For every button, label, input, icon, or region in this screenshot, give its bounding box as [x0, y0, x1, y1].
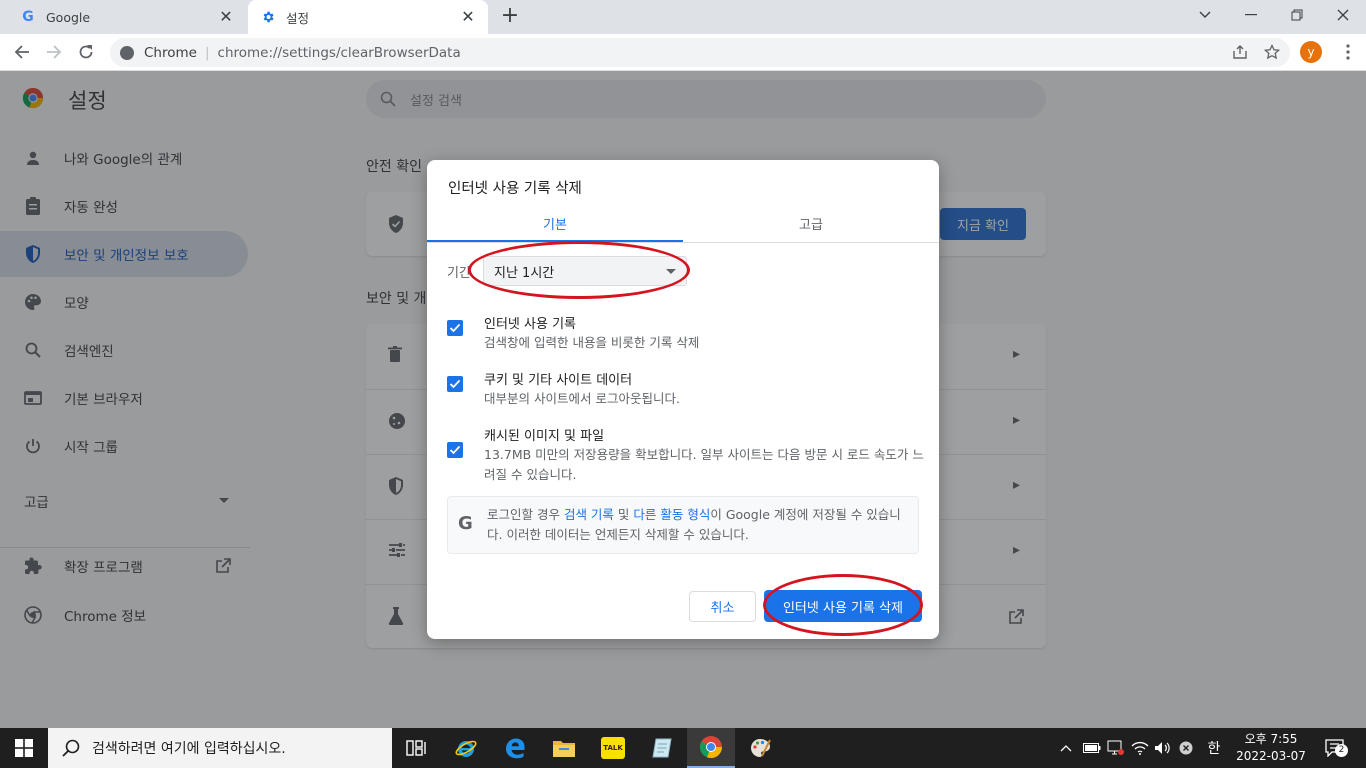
google-favicon-icon: G [22, 9, 34, 25]
google-account-notice: G 로그인할 경우 검색 기록 및 다른 활동 형식이 Google 계정에 저… [447, 496, 919, 554]
option-desc: 대부분의 사이트에서 로그아웃됩니다. [484, 391, 680, 406]
gear-icon [260, 9, 276, 25]
windows-taskbar: 검색하려면 여기에 입력하십시오. TALK 한 오후 7:55 2022-03… [0, 728, 1366, 768]
search-history-link[interactable]: 검색 기록 [564, 507, 614, 522]
task-view-icon [406, 740, 426, 756]
taskbar-app-edge[interactable] [491, 728, 539, 768]
tab-basic[interactable]: 기본 [427, 204, 683, 242]
close-icon[interactable]: ✕ [218, 9, 234, 25]
network-status-icon[interactable] [1107, 740, 1125, 756]
option-desc: 검색창에 입력한 내용을 비롯한 기록 삭제 [484, 335, 700, 350]
check-icon [449, 323, 461, 333]
volume-icon[interactable] [1154, 740, 1172, 756]
restore-button[interactable] [1274, 0, 1320, 30]
clear-data-button[interactable]: 인터넷 사용 기록 삭제 [764, 590, 922, 622]
tab-divider [427, 242, 939, 243]
start-button[interactable] [0, 728, 48, 768]
menu-kebab-icon[interactable] [1334, 38, 1362, 66]
tab-title: 설정 [286, 10, 310, 26]
folder-icon [553, 741, 575, 757]
clear-browsing-data-dialog: 인터넷 사용 기록 삭제 기본 고급 기간 지난 1시간 인터넷 사용 기록 검… [427, 160, 939, 639]
cancel-button[interactable]: 취소 [689, 591, 756, 622]
paint-palette-icon [751, 739, 771, 757]
tab-title: Google [46, 9, 91, 25]
forward-button[interactable] [40, 38, 68, 66]
checkbox-cookies[interactable] [447, 376, 463, 392]
address-separator: | [204, 44, 210, 61]
minimize-button[interactable] [1228, 0, 1274, 30]
ime-indicator[interactable]: 한 [1203, 740, 1225, 757]
address-url: chrome://settings/clearBrowserData [217, 44, 461, 61]
internet-explorer-icon [455, 740, 477, 757]
chrome-icon [699, 736, 723, 759]
option-cookies: 쿠키 및 기타 사이트 데이터 대부분의 사이트에서 로그아웃됩니다. [447, 369, 919, 409]
notice-text-mid: 및 [613, 507, 634, 522]
address-origin: Chrome [144, 44, 197, 61]
wifi-icon[interactable] [1131, 740, 1149, 756]
taskbar-app-paint[interactable] [736, 728, 784, 768]
google-g-icon: G [458, 513, 473, 534]
taskbar-search-placeholder: 검색하려면 여기에 입력하십시오. [92, 741, 286, 757]
share-icon[interactable] [1226, 38, 1254, 66]
dropdown-arrow-icon [666, 269, 676, 274]
edge-icon [506, 738, 525, 759]
option-title: 쿠키 및 기타 사이트 데이터 [484, 373, 633, 388]
other-activity-link[interactable]: 다른 활동 형식 [633, 507, 710, 522]
option-title: 인터넷 사용 기록 [484, 317, 576, 332]
address-bar[interactable]: Chrome | chrome://settings/clearBrowserD… [110, 38, 1290, 67]
checkbox-cache[interactable] [447, 442, 463, 458]
check-icon [449, 445, 461, 455]
option-title: 캐시된 이미지 및 파일 [484, 429, 605, 444]
notification-count-badge: 2 [1335, 744, 1348, 757]
notice-text: 로그인할 경우 검색 기록 및 다른 활동 형식이 Google 계정에 저장될… [487, 505, 912, 545]
taskbar-app-file-explorer[interactable] [540, 728, 588, 768]
option-browsing-history: 인터넷 사용 기록 검색창에 입력한 내용을 비롯한 기록 삭제 [447, 313, 919, 353]
notice-text-pre: 로그인할 경우 [487, 507, 564, 522]
time-range-label: 기간 [447, 266, 471, 281]
new-tab-button[interactable]: + [498, 5, 522, 29]
windows-logo-icon [15, 739, 33, 757]
browser-toolbar: Chrome | chrome://settings/clearBrowserD… [0, 34, 1366, 71]
notes-app-icon [652, 738, 672, 758]
reload-button[interactable] [72, 38, 100, 66]
taskbar-app-chrome[interactable] [687, 728, 735, 768]
option-desc: 13.7MB 미만의 저장용량을 확보합니다. 일부 사이트는 다음 방문 시 … [484, 447, 924, 482]
task-view-button[interactable] [392, 728, 440, 768]
notification-center-icon[interactable]: 2 [1322, 739, 1348, 757]
option-cache: 캐시된 이미지 및 파일 13.7MB 미만의 저장용량을 확보합니다. 일부 … [447, 425, 924, 485]
taskbar-app-notes[interactable] [638, 728, 686, 768]
time-range-value: 지난 1시간 [494, 265, 555, 281]
time-range-select[interactable]: 지난 1시간 [483, 256, 687, 286]
tab-search-icon[interactable] [1182, 0, 1228, 30]
chevron-up-icon[interactable] [1058, 740, 1074, 756]
search-icon [62, 739, 80, 757]
close-circle-icon[interactable] [1178, 740, 1194, 756]
profile-avatar[interactable]: y [1300, 41, 1322, 63]
taskbar-search-input[interactable]: 검색하려면 여기에 입력하십시오. [48, 728, 392, 768]
clock-date: 2022-03-07 [1236, 749, 1306, 763]
taskbar-app-kakaotalk[interactable]: TALK [589, 728, 637, 768]
taskbar-clock[interactable]: 오후 7:55 2022-03-07 [1232, 731, 1310, 765]
bookmark-star-icon[interactable] [1258, 38, 1286, 66]
kakaotalk-icon: TALK [601, 737, 625, 759]
battery-icon[interactable] [1083, 740, 1101, 756]
dialog-title: 인터넷 사용 기록 삭제 [448, 181, 582, 197]
chrome-site-icon [120, 45, 134, 60]
back-button[interactable] [8, 38, 36, 66]
clock-time: 오후 7:55 [1244, 732, 1298, 746]
tab-advanced[interactable]: 고급 [683, 204, 939, 242]
tab-strip: G Google ✕ 설정 ✕ + [0, 0, 1366, 34]
close-icon[interactable]: ✕ [460, 9, 476, 25]
taskbar-app-ie[interactable] [442, 728, 490, 768]
tab-google[interactable]: G Google ✕ [8, 0, 246, 34]
checkbox-browsing-history[interactable] [447, 320, 463, 336]
check-icon [449, 379, 461, 389]
close-window-button[interactable] [1320, 0, 1366, 30]
tab-settings[interactable]: 설정 ✕ [248, 0, 488, 34]
